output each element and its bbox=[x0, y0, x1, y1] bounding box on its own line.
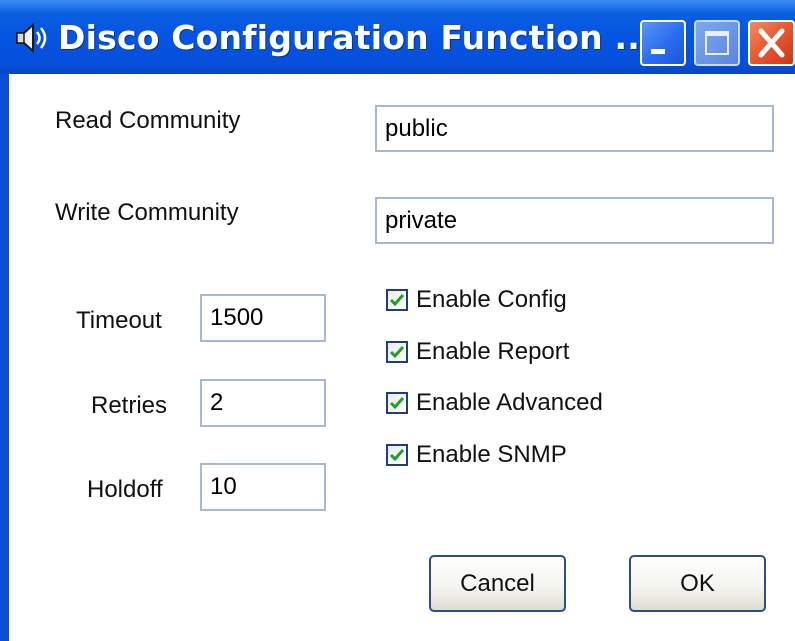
holdoff-input[interactable] bbox=[200, 463, 326, 511]
checkbox[interactable] bbox=[386, 444, 408, 466]
holdoff-label: Holdoff bbox=[87, 476, 163, 503]
dialog-window: Disco Configuration Function ... Read Co… bbox=[0, 0, 795, 641]
maximize-icon bbox=[705, 31, 729, 55]
checkbox[interactable] bbox=[386, 392, 408, 414]
checkmark-icon bbox=[389, 397, 405, 410]
write-community-input[interactable] bbox=[375, 197, 774, 244]
option-label: Enable Advanced bbox=[416, 389, 603, 416]
checkbox[interactable] bbox=[386, 341, 408, 363]
window-title: Disco Configuration Function ... bbox=[58, 18, 653, 57]
dialog-body: Read Community Write Community Timeout R… bbox=[9, 74, 795, 641]
close-button[interactable] bbox=[748, 20, 795, 66]
timeout-input[interactable] bbox=[200, 294, 326, 342]
ok-button[interactable]: OK bbox=[629, 555, 766, 612]
option-label: Enable SNMP bbox=[416, 441, 567, 468]
timeout-label: Timeout bbox=[76, 307, 162, 334]
minimize-icon bbox=[651, 49, 665, 54]
maximize-button[interactable] bbox=[694, 20, 740, 66]
checkmark-icon bbox=[389, 294, 405, 307]
write-community-label: Write Community bbox=[55, 199, 239, 226]
checkbox[interactable] bbox=[386, 289, 408, 311]
checkmark-icon bbox=[389, 346, 405, 359]
minimize-button[interactable] bbox=[640, 20, 686, 66]
checkmark-icon bbox=[389, 449, 405, 462]
option-label: Enable Config bbox=[416, 286, 567, 313]
read-community-input[interactable] bbox=[375, 105, 774, 152]
retries-input[interactable] bbox=[200, 379, 326, 427]
read-community-label: Read Community bbox=[55, 107, 241, 134]
retries-label: Retries bbox=[91, 392, 168, 419]
option-label: Enable Report bbox=[416, 338, 570, 365]
title-bar[interactable]: Disco Configuration Function ... bbox=[0, 0, 795, 74]
speaker-icon[interactable] bbox=[14, 22, 50, 54]
cancel-button[interactable]: Cancel bbox=[429, 555, 566, 612]
close-icon bbox=[758, 28, 785, 58]
